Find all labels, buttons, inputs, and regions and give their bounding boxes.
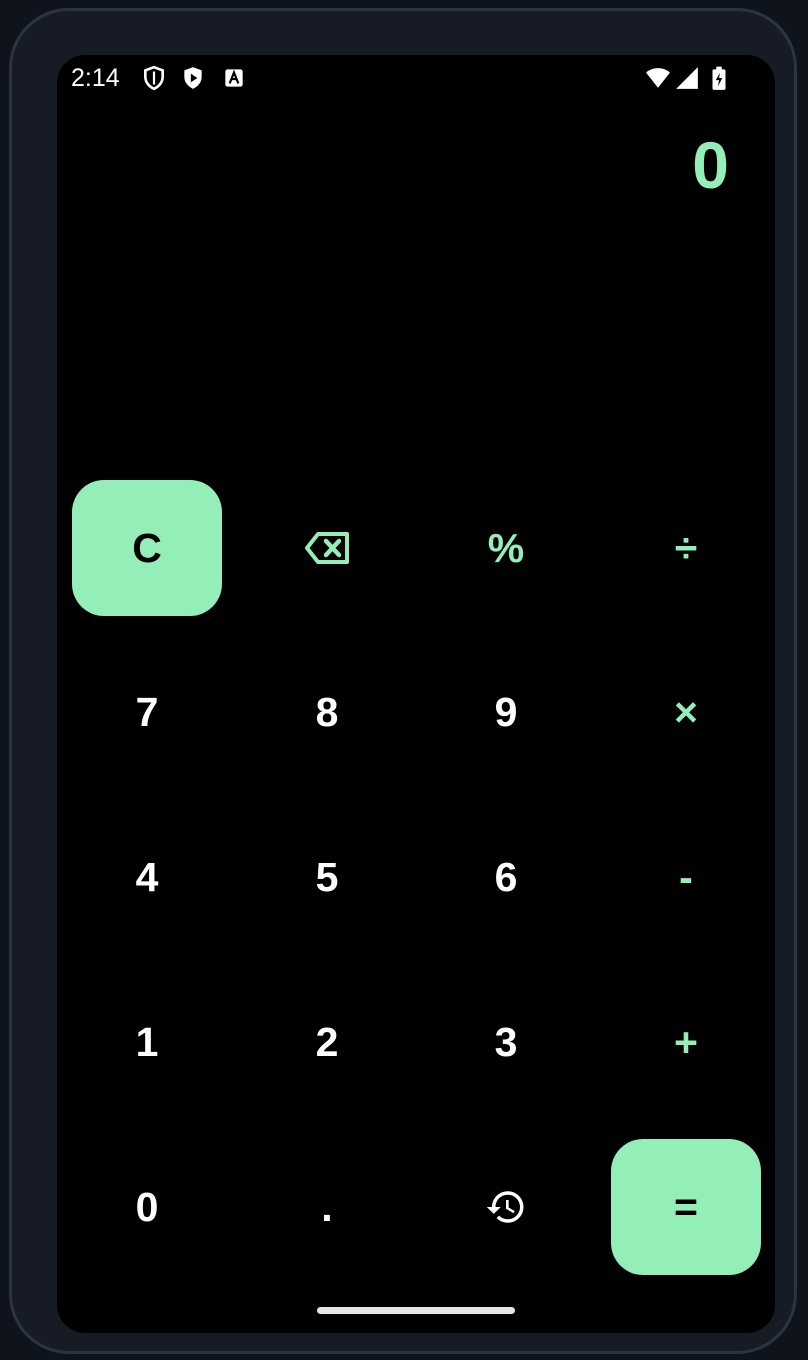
phone-screen: 2:14 0 C % ÷ 7 8 9 × 4 5 6 - 1 2 3 + 0 .… bbox=[57, 55, 775, 1333]
plus-button[interactable]: + bbox=[611, 974, 761, 1110]
history-button[interactable] bbox=[431, 1139, 581, 1275]
digit-9-button[interactable]: 9 bbox=[431, 644, 581, 780]
digit-4-button[interactable]: 4 bbox=[72, 809, 222, 945]
percent-button[interactable]: % bbox=[431, 480, 581, 616]
multiply-button[interactable]: × bbox=[611, 644, 761, 780]
backspace-icon bbox=[305, 532, 349, 564]
divide-button[interactable]: ÷ bbox=[611, 480, 761, 616]
device-frame: 2:14 0 C % ÷ 7 8 9 × 4 5 6 - 1 2 3 + 0 .… bbox=[9, 8, 797, 1354]
decimal-button[interactable]: . bbox=[252, 1139, 402, 1275]
clear-button[interactable]: C bbox=[72, 480, 222, 616]
digit-0-button[interactable]: 0 bbox=[72, 1139, 222, 1275]
home-indicator[interactable] bbox=[317, 1307, 515, 1314]
backspace-button[interactable] bbox=[252, 480, 402, 616]
digit-1-button[interactable]: 1 bbox=[72, 974, 222, 1110]
digit-3-button[interactable]: 3 bbox=[431, 974, 581, 1110]
digit-7-button[interactable]: 7 bbox=[72, 644, 222, 780]
equals-button[interactable]: = bbox=[611, 1139, 761, 1275]
minus-button[interactable]: - bbox=[611, 809, 761, 945]
digit-8-button[interactable]: 8 bbox=[252, 644, 402, 780]
keypad: C % ÷ 7 8 9 × 4 5 6 - 1 2 3 + 0 . = bbox=[57, 55, 775, 1333]
history-icon bbox=[486, 1191, 524, 1223]
digit-6-button[interactable]: 6 bbox=[431, 809, 581, 945]
digit-2-button[interactable]: 2 bbox=[252, 974, 402, 1110]
digit-5-button[interactable]: 5 bbox=[252, 809, 402, 945]
